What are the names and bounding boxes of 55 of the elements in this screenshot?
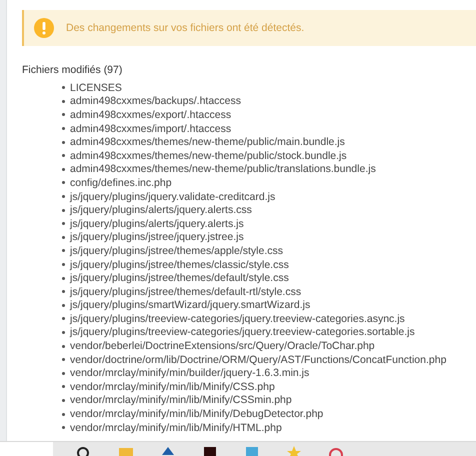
bullet-icon bbox=[62, 358, 65, 362]
bullet-icon bbox=[62, 222, 65, 226]
bullet-icon bbox=[62, 249, 65, 252]
bullet-icon bbox=[62, 181, 65, 184]
bullet-icon bbox=[62, 317, 65, 320]
bullet-icon bbox=[62, 398, 65, 402]
file-path: admin498cxxmes/themes/new-theme/public/main.bundle.js bbox=[70, 136, 345, 148]
file-path: vendor/mrclay/minify/min/lib/Minify/CSSmin.php bbox=[70, 394, 292, 406]
bullet-icon bbox=[62, 195, 65, 198]
file-path: vendor/mrclay/minify/min/lib/Minify/DebugDetector.php bbox=[70, 408, 324, 420]
file-path: vendor/doctrine/orm/lib/Doctrine/ORM/Query/AST/Functions/ConcatFunction.php bbox=[70, 354, 446, 366]
file-path: js/jquery/plugins/treeview-categories/jquery.treeview-categories.sortable.js bbox=[70, 326, 415, 338]
file-path: js/jquery/plugins/jstree/themes/classic/style.css bbox=[70, 258, 289, 271]
section-title: Fichiers modifiés (97) bbox=[22, 63, 124, 77]
file-path: js/jquery/plugins/treeview-categories/jquery.treeview-categories.async.js bbox=[70, 312, 405, 325]
bullet-icon bbox=[62, 290, 65, 294]
bullet-icon bbox=[62, 412, 65, 416]
file-path: js/jquery/plugins/jstree/themes/default/style.css bbox=[70, 272, 289, 284]
file-path: admin498cxxmes/backups/.htaccess bbox=[70, 95, 241, 108]
file-path: js/jquery/plugins/alerts/jquery.alerts.css bbox=[70, 204, 252, 216]
bullet-icon bbox=[62, 140, 65, 144]
bullet-icon bbox=[62, 426, 65, 430]
bullet-icon bbox=[62, 330, 65, 334]
bullet-icon bbox=[62, 276, 65, 280]
file-path: vendor/mrclay/minify/min/lib/Minify/CSS.php bbox=[70, 380, 275, 393]
bullet-icon bbox=[62, 86, 65, 90]
file-path: js/jquery/plugins/jstree/themes/apple/style.css bbox=[70, 244, 284, 257]
bullet-icon bbox=[62, 236, 65, 239]
bullet-icon bbox=[62, 208, 65, 212]
file-path: vendor/mrclay/minify/min/lib/Minify/HTML.php bbox=[70, 422, 282, 434]
bullet-icon bbox=[62, 113, 65, 116]
file-path: admin498cxxmes/themes/new-theme/public/translations.bundle.js bbox=[70, 163, 376, 176]
file-path: js/jquery/plugins/jstree/themes/default-rtl/style.css bbox=[70, 286, 302, 298]
alert-message: Des changements sur vos fichiers ont été détectés. bbox=[66, 22, 304, 34]
bullet-icon bbox=[62, 344, 65, 348]
file-path: js/jquery/plugins/jquery.validate-creditcard.js bbox=[70, 190, 276, 203]
file-path: admin498cxxmes/import/.htaccess bbox=[70, 122, 232, 135]
bullet-icon bbox=[62, 372, 65, 375]
bullet-icon bbox=[62, 168, 65, 171]
bullet-icon bbox=[62, 385, 65, 388]
file-path: vendor/beberlei/DoctrineExtensions/src/Query/Oracle/ToChar.php bbox=[70, 340, 375, 352]
file-path: vendor/mrclay/minify/min/builder/jquery-1.6.3.min.js bbox=[70, 367, 310, 380]
file-path: js/jquery/plugins/jstree/jquery.jstree.js bbox=[70, 231, 244, 244]
file-path: admin498cxxmes/themes/new-theme/public/stock.bundle.js bbox=[70, 150, 347, 162]
file-path: admin498cxxmes/export/.htaccess bbox=[70, 108, 232, 121]
file-path: js/jquery/plugins/alerts/jquery.alerts.js bbox=[70, 218, 244, 230]
file-path: js/jquery/plugins/smartWizard/jquery.smartWizard.js bbox=[70, 299, 310, 312]
bullet-icon bbox=[62, 263, 65, 266]
file-path: LICENSES bbox=[70, 82, 122, 94]
bullet-icon bbox=[62, 304, 65, 307]
warning-icon bbox=[34, 18, 54, 38]
file-path: config/defines.inc.php bbox=[70, 176, 172, 189]
bullet-icon bbox=[62, 127, 65, 130]
bullet-icon bbox=[62, 100, 65, 103]
bullet-icon bbox=[62, 154, 65, 158]
